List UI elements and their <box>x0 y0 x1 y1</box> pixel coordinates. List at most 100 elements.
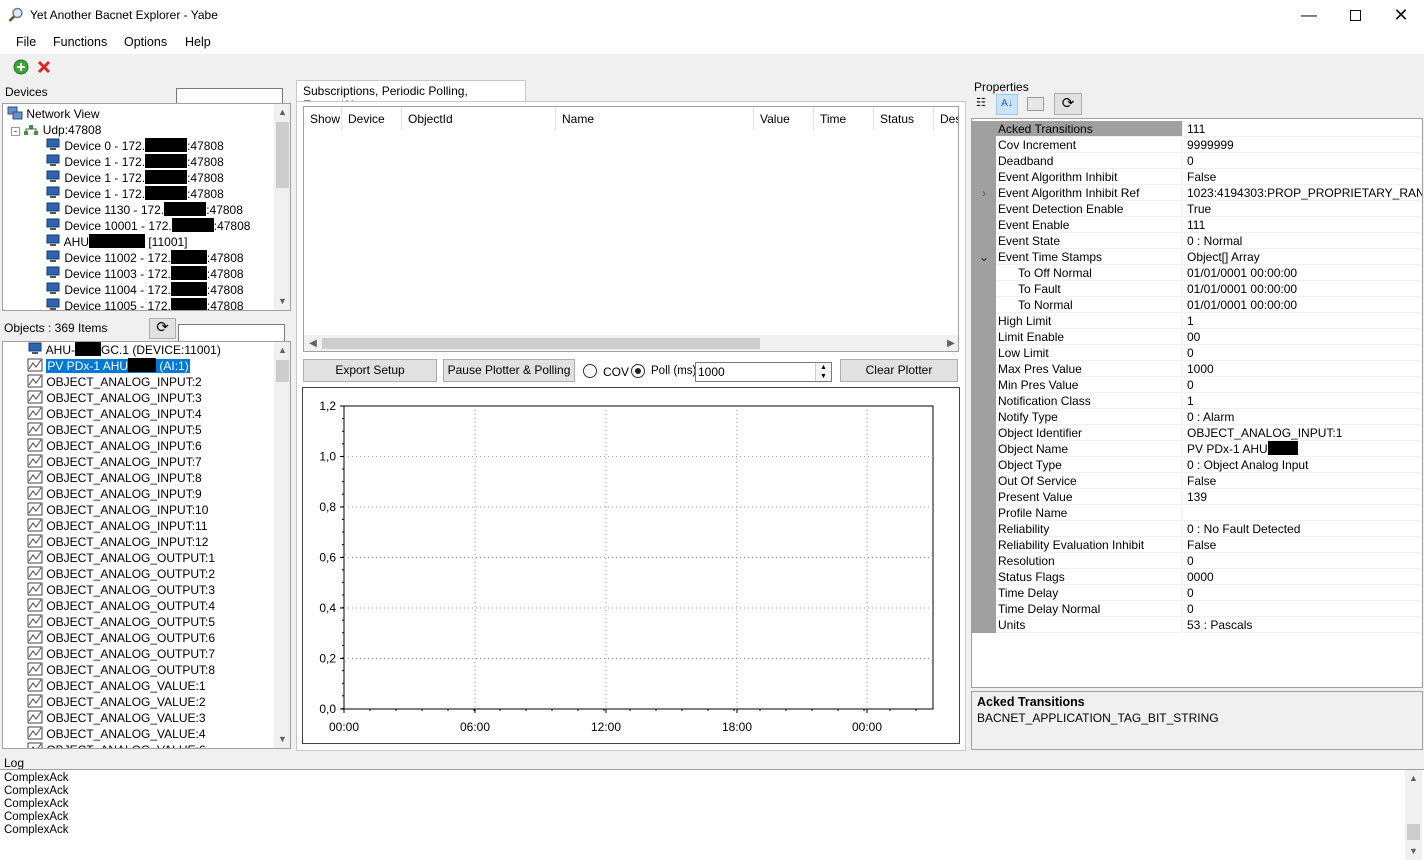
grid-column-header[interactable]: Show <box>304 107 342 131</box>
object-list-item[interactable]: OBJECT_ANALOG_VALUE:1 <box>27 678 206 694</box>
subscriptions-grid[interactable]: ShowDeviceObjectIdNameValueTimeStatusDes… <box>303 106 959 352</box>
collapse-chevron-icon[interactable]: ⌄ <box>972 249 996 265</box>
object-list-item[interactable]: OBJECT_ANALOG_OUTPUT:5 <box>27 614 215 630</box>
object-list-item[interactable]: OBJECT_ANALOG_INPUT:5 <box>27 422 202 438</box>
grid-hscrollbar[interactable]: ◀ ▶ <box>304 335 958 351</box>
device-item[interactable]: AHU [11001] <box>45 234 188 250</box>
property-row[interactable]: Profile Name <box>972 505 1422 521</box>
object-list-item[interactable]: OBJECT_ANALOG_INPUT:4 <box>27 406 202 422</box>
device-item[interactable]: Device 11003 - 172.:47808 <box>45 266 244 282</box>
property-grid[interactable]: Acked Transitions 111 Cov Increment 9999999… <box>971 118 1423 688</box>
property-value[interactable]: 0 <box>1184 377 1422 393</box>
device-item[interactable]: Device 11005 - 172.:47808 <box>45 298 244 310</box>
object-list-item[interactable]: OBJECT_ANALOG_OUTPUT:3 <box>27 582 215 598</box>
tree-node-udp[interactable]: - Udp:47808 <box>11 122 101 138</box>
property-row[interactable]: Notification Class 1 <box>972 393 1422 409</box>
property-value[interactable]: 01/01/0001 00:00:00 <box>1184 281 1422 297</box>
menu-options[interactable]: Options <box>124 35 167 49</box>
property-row[interactable]: Event Algorithm Inhibit False <box>972 169 1422 185</box>
alphabetical-sort-icon[interactable]: A↓ <box>996 94 1018 115</box>
grid-column-header[interactable]: Device <box>342 107 402 131</box>
object-list-item[interactable]: OBJECT_ANALOG_VALUE:4 <box>27 726 206 742</box>
scroll-left-arrow-icon[interactable]: ◀ <box>306 335 320 351</box>
property-value[interactable]: 139 <box>1184 489 1422 505</box>
grid-column-header[interactable]: Status <box>874 107 934 131</box>
grid-column-header[interactable]: Value <box>754 107 814 131</box>
object-list-item[interactable]: OBJECT_ANALOG_INPUT:12 <box>27 534 208 550</box>
property-value[interactable]: 0 : Object Analog Input <box>1184 457 1422 473</box>
object-list-item[interactable]: OBJECT_ANALOG_INPUT:8 <box>27 470 202 486</box>
device-item[interactable]: Device 0 - 172.:47808 <box>45 138 224 154</box>
stepper-up-icon[interactable]: ▲ <box>816 363 831 372</box>
property-row[interactable]: Event Enable 111 <box>972 217 1422 233</box>
close-icon[interactable]: ✕ <box>1378 0 1424 31</box>
objects-scrollbar[interactable]: ▲ ▼ <box>274 342 290 748</box>
property-row[interactable]: Object Type 0 : Object Analog Input <box>972 457 1422 473</box>
devices-scrollbar[interactable]: ▲ ▼ <box>274 104 290 310</box>
scroll-down-arrow-icon[interactable]: ▼ <box>274 731 290 748</box>
object-list-item[interactable]: OBJECT_ANALOG_INPUT:6 <box>27 438 202 454</box>
property-row[interactable]: Notify Type 0 : Alarm <box>972 409 1422 425</box>
log-textbox[interactable]: ComplexAck ComplexAck ComplexAck ComplexAck… <box>0 769 1424 860</box>
scroll-thumb[interactable] <box>1407 824 1420 840</box>
grid-column-header[interactable]: ObjectId <box>402 107 556 131</box>
collapse-icon[interactable]: - <box>11 127 20 136</box>
property-row[interactable]: Present Value 139 <box>972 489 1422 505</box>
property-value[interactable]: 53 : Pascals <box>1184 617 1422 633</box>
property-row[interactable]: Time Delay 0 <box>972 585 1422 601</box>
property-value[interactable]: 0 : No Fault Detected <box>1184 521 1422 537</box>
property-row[interactable]: Object Identifier OBJECT_ANALOG_INPUT:1 <box>972 425 1422 441</box>
object-list-item[interactable]: OBJECT_ANALOG_OUTPUT:7 <box>27 646 215 662</box>
devices-tree[interactable]: Network View - Udp:47808 Device 0 - 172.… <box>2 103 291 311</box>
property-row[interactable]: Max Pres Value 1000 <box>972 361 1422 377</box>
property-row[interactable]: Object Name PV PDx-1 AHU <box>972 441 1422 457</box>
property-row[interactable]: Event State 0 : Normal <box>972 233 1422 249</box>
property-row[interactable]: Limit Enable 00 <box>972 329 1422 345</box>
tree-root-network-view[interactable]: Network View <box>7 106 99 122</box>
objects-refresh-button[interactable]: ⟳ <box>149 318 176 339</box>
object-list-item[interactable]: OBJECT_ANALOG_INPUT:9 <box>27 486 202 502</box>
property-value[interactable]: False <box>1184 473 1422 489</box>
pause-plotter-button[interactable]: Pause Plotter & Polling <box>443 359 575 382</box>
scroll-thumb[interactable] <box>322 338 760 349</box>
property-value[interactable]: 1000 <box>1184 361 1422 377</box>
property-value[interactable]: 111 <box>1184 217 1422 233</box>
property-value[interactable]: 01/01/0001 00:00:00 <box>1184 297 1422 313</box>
property-value[interactable]: 0 <box>1184 585 1422 601</box>
object-list-item[interactable]: OBJECT_ANALOG_OUTPUT:6 <box>27 630 215 646</box>
device-item[interactable]: Device 11002 - 172.:47808 <box>45 250 244 266</box>
device-item[interactable]: Device 1 - 172.:47808 <box>45 186 224 202</box>
property-value[interactable] <box>1184 505 1422 521</box>
grid-column-header[interactable]: Name <box>556 107 754 131</box>
property-row[interactable]: Deadband 0 <box>972 153 1422 169</box>
object-list-item[interactable]: OBJECT_ANALOG_INPUT:7 <box>27 454 202 470</box>
object-list-item[interactable]: OBJECT_ANALOG_VALUE:2 <box>27 694 206 710</box>
object-list-item[interactable]: OBJECT_ANALOG_INPUT:10 <box>27 502 208 518</box>
objects-tree[interactable]: AHU- GC.1 (DEVICE:11001) PV PDx-1 AHU (AI… <box>2 341 291 749</box>
property-row[interactable]: Units 53 : Pascals <box>972 617 1422 633</box>
device-item[interactable]: Device 1 - 172.:47808 <box>45 170 224 186</box>
device-item[interactable]: Device 1130 - 172.:47808 <box>45 202 243 218</box>
export-setup-button[interactable]: Export Setup <box>303 359 437 382</box>
grid-column-header[interactable]: Des <box>934 107 958 131</box>
object-list-item[interactable]: OBJECT_ANALOG_OUTPUT:2 <box>27 566 215 582</box>
scroll-up-arrow-icon[interactable]: ▲ <box>274 342 290 359</box>
property-row[interactable]: Resolution 0 <box>972 553 1422 569</box>
object-list-item[interactable]: OBJECT_ANALOG_OUTPUT:8 <box>27 662 215 678</box>
property-value[interactable]: 111 <box>1184 121 1422 137</box>
expand-chevron-icon[interactable]: › <box>972 185 996 201</box>
object-list-item[interactable]: OBJECT_ANALOG_INPUT:2 <box>27 374 202 390</box>
scroll-thumb[interactable] <box>276 360 289 382</box>
cov-radio[interactable] <box>583 364 597 378</box>
property-value[interactable]: 0 <box>1184 601 1422 617</box>
property-value[interactable]: 1 <box>1184 313 1422 329</box>
property-row[interactable]: To Off Normal 01/01/0001 00:00:00 <box>972 265 1422 281</box>
tab-subscriptions[interactable]: Subscriptions, Periodic Polling, Events/… <box>296 80 526 112</box>
property-value[interactable]: 0 <box>1184 345 1422 361</box>
property-value[interactable]: 0 : Normal <box>1184 233 1422 249</box>
property-row[interactable]: Min Pres Value 0 <box>972 377 1422 393</box>
remove-red-icon[interactable] <box>36 59 52 75</box>
menu-help[interactable]: Help <box>185 35 211 49</box>
stepper-down-icon[interactable]: ▼ <box>816 372 831 381</box>
object-list-item[interactable]: OBJECT_ANALOG_VALUE:3 <box>27 710 206 726</box>
